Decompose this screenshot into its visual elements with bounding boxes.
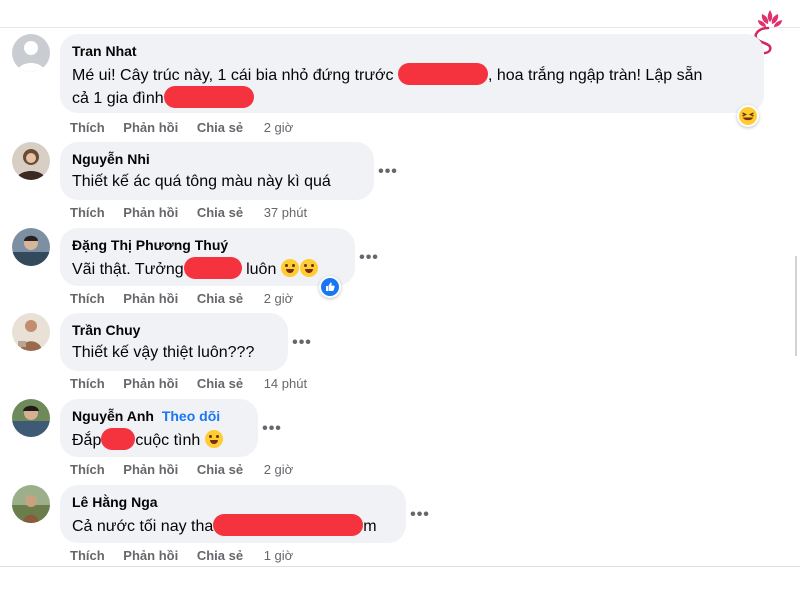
reply-button[interactable]: Phản hồi xyxy=(123,376,178,391)
avatar[interactable] xyxy=(12,228,50,266)
comment-actions: Thích Phản hồi Chia sẻ 14 phút xyxy=(70,376,307,392)
redaction-mark xyxy=(163,86,254,108)
laughing-emoji-icon xyxy=(204,430,223,448)
comment-text-part: Đắp xyxy=(72,432,102,449)
like-button[interactable]: Thích xyxy=(70,120,105,135)
comment-actions: Thích Phản hồi Chia sẻ 2 giờ xyxy=(70,462,293,478)
like-button[interactable]: Thích xyxy=(70,291,105,306)
like-button[interactable]: Thích xyxy=(70,376,105,391)
redaction-mark xyxy=(101,428,136,450)
like-reaction-icon[interactable] xyxy=(319,276,341,298)
comment-author[interactable]: Tran Nhat xyxy=(72,42,752,60)
reply-button[interactable]: Phản hồi xyxy=(123,548,178,563)
reply-button[interactable]: Phản hồi xyxy=(123,291,178,306)
comment-text: Đắp cuộc tình xyxy=(72,428,246,451)
share-button[interactable]: Chia sẻ xyxy=(197,548,243,563)
comment-author[interactable]: Lê Hằng Nga xyxy=(72,493,394,511)
top-divider xyxy=(0,27,800,28)
emoji-icon xyxy=(299,259,318,277)
like-button[interactable]: Thích xyxy=(70,462,105,477)
comment-text-part: Vãi thật. Tưởng xyxy=(72,261,184,278)
like-button[interactable]: Thích xyxy=(70,548,105,563)
comment-text: Vãi thật. Tưởng luôn xyxy=(72,257,343,280)
comment-actions: Thích Phản hồi Chia sẻ 1 giờ xyxy=(70,548,293,564)
comments-page: Tran Nhat Mé ui! Cây trúc này, 1 cái bia… xyxy=(0,0,800,600)
comment-text: Thiết kế ác quá tông màu này kì quá xyxy=(72,173,331,190)
comment-text: Thiết kế vậy thiệt luôn??? xyxy=(72,344,255,361)
avatar[interactable] xyxy=(12,142,50,180)
laughing-face-icon xyxy=(742,112,754,121)
share-button[interactable]: Chia sẻ xyxy=(197,205,243,220)
comment-timestamp[interactable]: 37 phút xyxy=(264,205,307,220)
avatar[interactable] xyxy=(12,485,50,523)
comment-bubble: Đặng Thị Phương Thuý Vãi thật. Tưởng luô… xyxy=(60,228,355,286)
reply-button[interactable]: Phản hồi xyxy=(123,120,178,135)
comment-text-part: luôn xyxy=(241,261,277,278)
comment-text-part: cuộc tình xyxy=(135,432,201,449)
more-options-icon[interactable]: ••• xyxy=(408,507,432,523)
thumbs-up-icon xyxy=(326,282,335,291)
comment-bubble: Nguyễn Nhi Thiết kế ác quá tông màu này … xyxy=(60,142,374,200)
comment-timestamp[interactable]: 14 phút xyxy=(264,376,307,391)
share-button[interactable]: Chia sẻ xyxy=(197,376,243,391)
comment-author[interactable]: Trần Chuy xyxy=(72,321,276,339)
avatar[interactable] xyxy=(12,399,50,437)
comment-timestamp[interactable]: 2 giờ xyxy=(264,120,294,135)
comment-actions: Thích Phản hồi Chia sẻ 2 giờ xyxy=(70,291,293,307)
bottom-divider xyxy=(0,566,800,567)
comment-text-part: Mé ui! Cây trúc này, 1 cái bia nhỏ đứng … xyxy=(72,67,398,84)
comment-text-part: Cả nước tối nay tha xyxy=(72,518,214,535)
share-button[interactable]: Chia sẻ xyxy=(197,462,243,477)
comment-author[interactable]: Nguyễn Anh xyxy=(72,408,154,424)
reply-button[interactable]: Phản hồi xyxy=(123,205,178,220)
comment-bubble: Tran Nhat Mé ui! Cây trúc này, 1 cái bia… xyxy=(60,34,764,113)
comment-bubble: Trần Chuy Thiết kế vậy thiệt luôn??? xyxy=(60,313,288,371)
follow-button[interactable]: Theo dõi xyxy=(162,408,220,424)
comment-timestamp[interactable]: 2 giờ xyxy=(264,462,294,477)
comment-author[interactable]: Đặng Thị Phương Thuý xyxy=(72,236,343,254)
avatar[interactable] xyxy=(12,34,50,72)
comment-text: cả 1 gia đình xyxy=(72,86,752,109)
comment-text: Mé ui! Cây trúc này, 1 cái bia nhỏ đứng … xyxy=(72,63,752,86)
share-button[interactable]: Chia sẻ xyxy=(197,291,243,306)
comment-text-part: m xyxy=(363,518,377,535)
comment-author[interactable]: Nguyễn Nhi xyxy=(72,150,362,168)
comment-actions: Thích Phản hồi Chia sẻ 2 giờ xyxy=(70,120,293,136)
comment-text-part: cả 1 gia đình xyxy=(72,90,164,107)
avatar[interactable] xyxy=(12,313,50,351)
emoji-icon xyxy=(280,259,299,277)
scrollbar[interactable] xyxy=(795,256,797,356)
reply-button[interactable]: Phản hồi xyxy=(123,462,178,477)
redaction-mark xyxy=(397,63,488,85)
comment-bubble: Nguyễn Anh Theo dõi Đắp cuộc tình xyxy=(60,399,258,457)
comment-text: Cả nước tối nay tha m xyxy=(72,514,394,537)
comment-text-part: , hoa trắng ngập tràn! Lập sẵn xyxy=(487,67,703,84)
like-button[interactable]: Thích xyxy=(70,205,105,220)
share-button[interactable]: Chia sẻ xyxy=(197,120,243,135)
comment-actions: Thích Phản hồi Chia sẻ 37 phút xyxy=(70,205,307,221)
comment-bubble: Lê Hằng Nga Cả nước tối nay tha m xyxy=(60,485,406,543)
redaction-mark xyxy=(213,514,364,536)
redaction-mark xyxy=(183,257,242,279)
laughing-emoji-icon[interactable] xyxy=(737,105,759,127)
more-options-icon[interactable]: ••• xyxy=(260,421,284,437)
more-options-icon[interactable]: ••• xyxy=(357,250,381,266)
comment-timestamp[interactable]: 2 giờ xyxy=(264,291,294,306)
comment-timestamp[interactable]: 1 giờ xyxy=(264,548,294,563)
more-options-icon[interactable]: ••• xyxy=(290,335,314,351)
comment-author-row: Nguyễn Anh Theo dõi xyxy=(72,407,246,425)
more-options-icon[interactable]: ••• xyxy=(376,164,400,180)
